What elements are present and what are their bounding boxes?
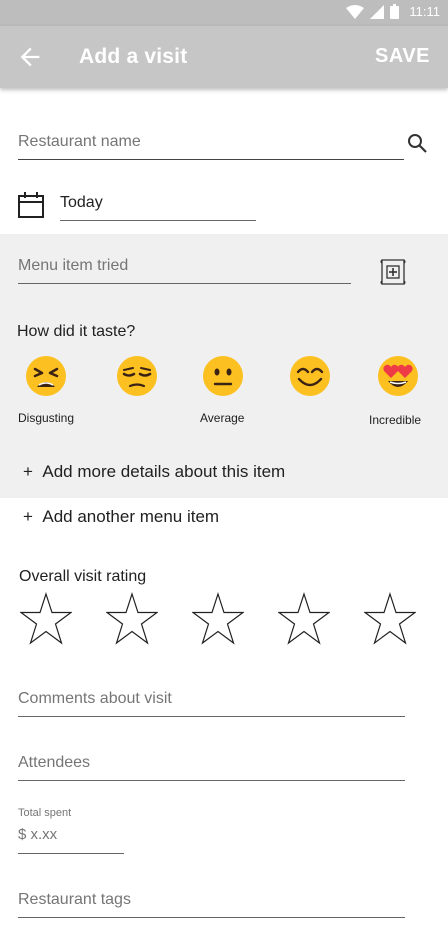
page-title: Add a visit [79, 45, 188, 68]
comments-underline [18, 716, 405, 717]
taste-label-average: Average [200, 411, 245, 425]
rating-star-1[interactable] [20, 592, 72, 646]
menu-item-input[interactable]: Menu item tried [18, 257, 128, 275]
save-button[interactable]: SAVE [375, 45, 430, 68]
rating-star-5[interactable] [364, 592, 416, 646]
plus-icon: + [23, 507, 43, 526]
status-time: 11:11 [409, 4, 440, 19]
taste-label-disgusting: Disgusting [18, 411, 75, 425]
attendees-input[interactable]: Attendees [18, 754, 90, 772]
disgusting-face-icon[interactable] [25, 355, 67, 397]
status-bar: 11:11 [0, 0, 448, 26]
taste-label-incredible: Incredible [369, 413, 422, 427]
smiling-face-icon[interactable] [289, 355, 331, 397]
app-bar: Add a visit SAVE [0, 26, 448, 88]
battery-icon [390, 4, 400, 19]
overall-rating-label: Overall visit rating [19, 568, 147, 585]
restaurant-name-input[interactable]: Restaurant name [18, 133, 141, 151]
menu-item-underline [18, 283, 351, 284]
attendees-underline [18, 780, 405, 781]
neutral-face-icon[interactable] [202, 355, 244, 397]
plus-icon: + [23, 462, 43, 481]
restaurant-name-underline [18, 159, 404, 160]
calendar-icon[interactable] [17, 191, 45, 219]
arrow-back-icon[interactable] [16, 43, 44, 71]
rating-star-2[interactable] [106, 592, 158, 646]
date-field[interactable]: Today [60, 194, 103, 212]
restaurant-tags-underline [18, 917, 405, 918]
rating-star-4[interactable] [278, 592, 330, 646]
total-spent-input[interactable]: $ x.xx [18, 826, 57, 843]
heart-eyes-face-icon[interactable] [377, 355, 419, 397]
total-spent-label: Total spent [18, 807, 72, 819]
signal-icon [370, 4, 385, 19]
restaurant-tags-input[interactable]: Restaurant tags [18, 891, 131, 909]
add-menu-item-label: Add another menu item [42, 507, 220, 526]
total-spent-underline [18, 853, 124, 854]
add-details-label: Add more details about this item [42, 462, 286, 481]
wifi-icon [346, 4, 365, 19]
search-icon[interactable] [405, 131, 429, 155]
rating-star-3[interactable] [192, 592, 244, 646]
date-underline [60, 220, 256, 221]
add-details-button[interactable]: + Add more details about this item [23, 462, 285, 482]
unamused-face-icon[interactable] [116, 355, 158, 397]
comments-input[interactable]: Comments about visit [18, 690, 172, 708]
add-menu-item-button[interactable]: + Add another menu item [23, 507, 219, 527]
taste-question: How did it taste? [17, 323, 136, 340]
add-photo-icon[interactable] [379, 257, 407, 287]
